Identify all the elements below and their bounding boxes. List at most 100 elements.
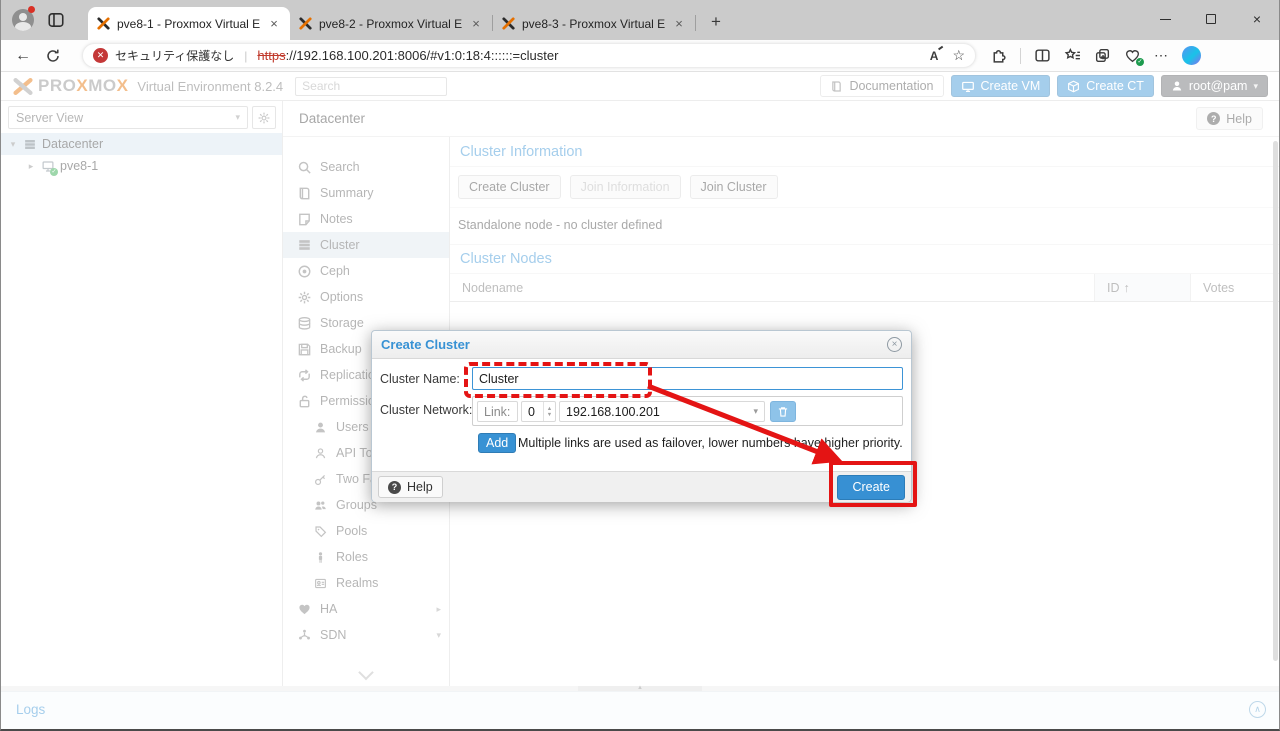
tab-title: pve8-2 - Proxmox Virtual Environ xyxy=(319,17,462,31)
add-link-button[interactable]: Add xyxy=(478,433,516,453)
tab-separator xyxy=(695,15,696,31)
nav-scroll-more-icon[interactable] xyxy=(358,665,374,681)
favorite-star-icon[interactable]: ☆ xyxy=(952,47,965,64)
replication-icon xyxy=(297,368,312,383)
window-controls: × xyxy=(1142,0,1280,38)
column-votes[interactable]: Votes xyxy=(1190,274,1280,301)
duplicate-tab-icon[interactable] xyxy=(1094,47,1111,64)
logs-collapse-icon[interactable]: ∧ xyxy=(1249,701,1266,718)
essentials-check-icon: ✓ xyxy=(1136,58,1144,66)
maximize-icon xyxy=(1206,14,1216,24)
tree-expand-icon[interactable]: ▸ xyxy=(26,161,36,172)
global-search-input[interactable] xyxy=(295,77,447,96)
spinner-arrows[interactable]: ▲ ▼ xyxy=(543,402,555,421)
tab-close-icon[interactable]: × xyxy=(671,16,687,31)
link-label: Link: xyxy=(477,401,518,422)
dialog-close-icon[interactable]: × xyxy=(887,337,902,352)
standalone-status-text: Standalone node - no cluster defined xyxy=(450,208,1280,244)
nav-item-ceph[interactable]: Ceph xyxy=(283,258,449,284)
resource-tree-panel: Server View ▾ ▾ Datacenter ▸ xyxy=(0,101,283,686)
create-vm-button[interactable]: Create VM xyxy=(951,75,1051,97)
user-icon xyxy=(1171,80,1183,92)
monitor-icon xyxy=(961,80,975,93)
nav-item-ha[interactable]: HA ▸ xyxy=(283,596,449,622)
nav-item-options[interactable]: Options xyxy=(283,284,449,310)
expand-right-icon[interactable]: ▸ xyxy=(436,604,441,615)
join-cluster-button[interactable]: Join Cluster xyxy=(690,175,778,199)
key-icon xyxy=(313,473,328,486)
user-menu-button[interactable]: root@pam ▾ xyxy=(1161,75,1268,97)
delete-link-button[interactable] xyxy=(770,401,796,422)
nav-item-roles[interactable]: Roles xyxy=(283,544,449,570)
column-id[interactable]: ID ↑ xyxy=(1094,274,1190,301)
close-button[interactable]: × xyxy=(1234,0,1280,38)
collapse-down-icon[interactable]: ▾ xyxy=(436,630,441,641)
view-selector[interactable]: Server View ▾ xyxy=(8,106,248,129)
browser-titlebar: pve8-1 - Proxmox Virtual Environ × pve8-… xyxy=(0,0,1280,40)
nav-item-cluster[interactable]: Cluster xyxy=(283,232,449,258)
chevron-down-icon: ▾ xyxy=(1253,81,1258,92)
chevron-down-icon: ▾ xyxy=(235,112,240,123)
back-button[interactable]: ← xyxy=(8,43,38,69)
tab-close-icon[interactable]: × xyxy=(468,16,484,31)
column-nodename[interactable]: Nodename xyxy=(450,274,1094,301)
tab-pve8-1[interactable]: pve8-1 - Proxmox Virtual Environ × xyxy=(88,7,290,40)
chevron-down-icon: ▾ xyxy=(753,406,758,417)
nav-item-pools[interactable]: Pools xyxy=(283,518,449,544)
maximize-button[interactable] xyxy=(1188,0,1234,38)
tab-pve8-3[interactable]: pve8-3 - Proxmox Virtual Environ × xyxy=(493,7,695,40)
dialog-title: Create Cluster xyxy=(381,337,470,352)
new-tab-button[interactable]: + xyxy=(702,8,730,36)
dialog-create-button[interactable]: Create xyxy=(837,475,905,500)
spin-down-icon[interactable]: ▼ xyxy=(547,412,552,418)
proxmox-logo-icon xyxy=(12,78,34,95)
nav-item-notes[interactable]: Notes xyxy=(283,206,449,232)
scrollbar-thumb[interactable] xyxy=(1273,141,1278,661)
tab-close-icon[interactable]: × xyxy=(266,16,282,31)
breadcrumb: Datacenter xyxy=(299,111,365,126)
tree-item-pve8-1[interactable]: ▸ ✓ pve8-1 xyxy=(0,155,282,177)
browser-menu-icon[interactable]: ⋯ xyxy=(1154,47,1169,64)
browser-essentials-icon[interactable]: ✓ xyxy=(1124,47,1141,64)
collections-icon[interactable] xyxy=(1064,47,1081,64)
cluster-network-label: Cluster Network: xyxy=(380,403,472,417)
tree-collapse-icon[interactable]: ▾ xyxy=(8,139,18,150)
cluster-nodes-title: Cluster Nodes xyxy=(450,244,1280,274)
note-icon xyxy=(297,212,312,227)
create-cluster-button[interactable]: Create Cluster xyxy=(458,175,561,199)
tree-settings-button[interactable] xyxy=(252,106,276,129)
nodes-table-header: Nodename ID ↑ Votes xyxy=(450,274,1280,302)
create-ct-button[interactable]: Create CT xyxy=(1057,75,1154,97)
copilot-icon[interactable] xyxy=(1182,46,1201,65)
minimize-button[interactable] xyxy=(1142,0,1188,38)
storage-icon xyxy=(297,316,312,331)
not-secure-icon[interactable]: ✕ xyxy=(93,48,108,63)
toolbar-separator xyxy=(1020,48,1021,64)
documentation-button[interactable]: Documentation xyxy=(820,75,943,97)
refresh-button[interactable] xyxy=(38,43,68,69)
proxmox-wordmark: PROXMOX xyxy=(38,76,128,96)
split-screen-icon[interactable] xyxy=(1034,47,1051,64)
proxmox-favicon xyxy=(96,16,111,31)
nav-item-realms[interactable]: Realms xyxy=(283,570,449,596)
workspaces-icon[interactable] xyxy=(47,11,65,29)
nav-item-search[interactable]: Search xyxy=(283,154,449,180)
tree-item-datacenter[interactable]: ▾ Datacenter xyxy=(0,133,282,155)
user-outline-icon xyxy=(313,447,328,460)
read-aloud-icon[interactable]: A xyxy=(930,49,939,63)
unlock-icon xyxy=(297,394,312,409)
help-button[interactable]: ? Help xyxy=(1196,107,1263,130)
link-address-combo[interactable]: 192.168.100.201 ▾ xyxy=(559,401,765,422)
address-bar[interactable]: ✕ セキュリティ保護なし | https ://192.168.100.201:… xyxy=(82,43,976,68)
dialog-help-button[interactable]: ? Help xyxy=(378,476,443,498)
tab-pve8-2[interactable]: pve8-2 - Proxmox Virtual Environ × xyxy=(290,7,492,40)
proxmox-logo: PROXMOX Virtual Environment 8.2.4 xyxy=(12,76,283,96)
link-number-spinner[interactable]: 0 ▲ ▼ xyxy=(521,401,556,422)
nav-item-summary[interactable]: Summary xyxy=(283,180,449,206)
dialog-titlebar[interactable]: Create Cluster × xyxy=(372,331,911,359)
extensions-icon[interactable] xyxy=(990,47,1007,64)
cluster-name-input[interactable] xyxy=(472,367,903,390)
url-scheme: https xyxy=(257,48,285,63)
search-icon xyxy=(297,160,312,175)
nav-item-sdn[interactable]: SDN ▾ xyxy=(283,622,449,648)
